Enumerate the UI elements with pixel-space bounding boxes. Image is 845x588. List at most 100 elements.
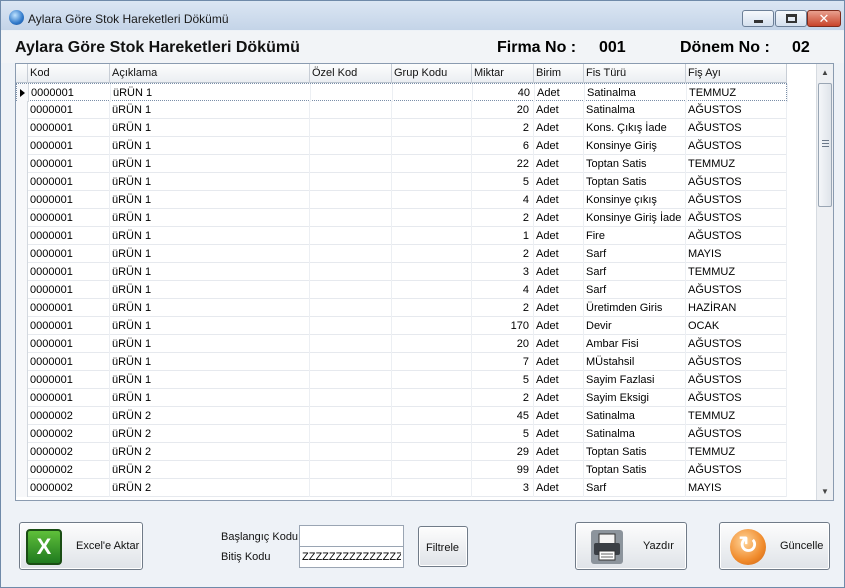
table-row[interactable]: 0000001 üRÜN 1 5 Adet Toptan Satis AĞUSTOS (16, 173, 787, 191)
row-selector[interactable] (16, 299, 28, 317)
row-selector[interactable] (16, 137, 28, 155)
table-row[interactable]: 0000001 üRÜN 1 170 Adet Devir OCAK (16, 317, 787, 335)
table-cell: TEMMUZ (686, 443, 787, 461)
table-cell: 4 (472, 281, 534, 299)
column-header[interactable]: Fis Türü (584, 64, 686, 83)
table-cell: 5 (472, 425, 534, 443)
table-row[interactable]: 0000001 üRÜN 1 3 Adet Sarf TEMMUZ (16, 263, 787, 281)
print-button[interactable]: Yazdır (575, 522, 687, 570)
table-cell: Devir (584, 317, 686, 335)
row-selector[interactable] (16, 461, 28, 479)
vertical-scrollbar[interactable]: ▲ ▼ (816, 64, 833, 500)
column-header[interactable]: Fiş Ayı (686, 64, 787, 83)
table-cell: Sarf (584, 263, 686, 281)
scroll-down-icon[interactable]: ▼ (817, 483, 833, 500)
row-selector[interactable] (16, 101, 28, 119)
table-cell: üRÜN 1 (110, 191, 310, 209)
column-header[interactable]: Açıklama (110, 64, 310, 83)
row-selector[interactable] (16, 119, 28, 137)
table-cell: üRÜN 1 (110, 353, 310, 371)
column-header[interactable]: Miktar (472, 64, 534, 83)
close-button[interactable]: ✕ (807, 10, 841, 27)
row-selector[interactable] (16, 479, 28, 497)
end-code-label: Bitiş Kodu (221, 551, 271, 563)
table-row[interactable]: 0000001 üRÜN 1 20 Adet Satinalma AĞUSTOS (16, 101, 787, 119)
table-cell (310, 443, 392, 461)
table-row[interactable]: 0000002 üRÜN 2 3 Adet Sarf MAYIS (16, 479, 787, 497)
table-row[interactable]: 0000001 üRÜN 1 40 Adet Satinalma TEMMUZ (16, 83, 788, 102)
title-bar[interactable]: Aylara Göre Stok Hareketleri Dökümü ✕ (1, 1, 844, 30)
scroll-thumb[interactable] (818, 83, 832, 207)
table-row[interactable]: 0000002 üRÜN 2 99 Adet Toptan Satis AĞUSTOS (16, 461, 787, 479)
table-row[interactable]: 0000002 üRÜN 2 29 Adet Toptan Satis TEMMUZ (16, 443, 787, 461)
filter-button[interactable]: Filtrele (418, 526, 468, 567)
table-row[interactable]: 0000001 üRÜN 1 2 Adet Kons. Çıkış İade AĞUSTO… (16, 119, 787, 137)
table-cell: 0000001 (28, 101, 110, 119)
table-cell: Sayim Fazlasi (584, 371, 686, 389)
row-selector[interactable] (16, 353, 28, 371)
table-cell: üRÜN 1 (110, 155, 310, 173)
minimize-button[interactable] (742, 10, 774, 27)
export-excel-button[interactable]: X Excel'e Aktar (19, 522, 143, 570)
table-cell: HAZİRAN (686, 299, 787, 317)
bottom-toolbar: X Excel'e Aktar Başlangıç Kodu Bitiş Kod… (1, 506, 844, 588)
table-row[interactable]: 0000001 üRÜN 1 2 Adet Sayim Eksigi AĞUSTOS (16, 389, 787, 407)
row-selector[interactable] (16, 173, 28, 191)
table-cell (392, 317, 472, 335)
table-row[interactable]: 0000001 üRÜN 1 1 Adet Fire AĞUSTOS (16, 227, 787, 245)
column-header[interactable]: Kod (28, 64, 110, 83)
donem-label: Dönem No : (680, 39, 770, 56)
table-cell (392, 155, 472, 173)
row-selector[interactable] (16, 245, 28, 263)
refresh-button[interactable]: ↻ Güncelle (719, 522, 830, 570)
table-row[interactable]: 0000001 üRÜN 1 7 Adet MÜstahsil AĞUSTOS (16, 353, 787, 371)
table-row[interactable]: 0000001 üRÜN 1 20 Adet Ambar Fisi AĞUSTOS (16, 335, 787, 353)
table-row[interactable]: 0000002 üRÜN 2 45 Adet Satinalma TEMMUZ (16, 407, 787, 425)
row-selector[interactable] (16, 227, 28, 245)
table-row[interactable]: 0000001 üRÜN 1 2 Adet Üretimden Giris HAZİRAN (16, 299, 787, 317)
column-header[interactable]: Özel Kod (310, 64, 392, 83)
table-cell: üRÜN 2 (110, 479, 310, 497)
start-code-input[interactable] (299, 525, 404, 547)
row-selector[interactable] (16, 155, 28, 173)
table-row[interactable]: 0000001 üRÜN 1 2 Adet Sarf MAYIS (16, 245, 787, 263)
row-selector[interactable] (16, 191, 28, 209)
table-cell (392, 389, 472, 407)
row-selector[interactable] (16, 281, 28, 299)
row-selector[interactable] (17, 84, 29, 102)
table-cell (310, 353, 392, 371)
table-row[interactable]: 0000001 üRÜN 1 22 Adet Toptan Satis TEMMUZ (16, 155, 787, 173)
table-cell (310, 371, 392, 389)
table-row[interactable]: 0000001 üRÜN 1 4 Adet Sarf AĞUSTOS (16, 281, 787, 299)
table-cell: Adet (534, 173, 584, 191)
table-cell: 0000001 (28, 371, 110, 389)
row-selector[interactable] (16, 335, 28, 353)
maximize-button[interactable] (775, 10, 807, 27)
table-cell: 0000001 (28, 227, 110, 245)
table-row[interactable]: 0000001 üRÜN 1 4 Adet Konsinye çıkış AĞUSTOS (16, 191, 787, 209)
scroll-up-icon[interactable]: ▲ (817, 64, 833, 81)
row-selector[interactable] (16, 443, 28, 461)
table-cell: 0000001 (28, 191, 110, 209)
table-cell: Satinalma (584, 101, 686, 119)
column-header[interactable]: Grup Kodu (392, 64, 472, 83)
column-header[interactable]: Birim (534, 64, 584, 83)
stock-movements-grid[interactable]: Kod Açıklama Özel Kod Grup Kodu Miktar Birim F… (15, 63, 834, 501)
table-cell (393, 84, 473, 102)
table-row[interactable]: 0000001 üRÜN 1 6 Adet Konsinye Giriş AĞUSTOS (16, 137, 787, 155)
row-selector[interactable] (16, 209, 28, 227)
end-code-input[interactable] (299, 546, 404, 568)
table-cell: Adet (534, 119, 584, 137)
row-selector[interactable] (16, 425, 28, 443)
table-row[interactable]: 0000001 üRÜN 1 2 Adet Konsinye Giriş İade AĞU… (16, 209, 787, 227)
row-selector[interactable] (16, 263, 28, 281)
table-cell: Adet (534, 155, 584, 173)
donem-value: 02 (792, 39, 810, 56)
table-row[interactable]: 0000002 üRÜN 2 5 Adet Satinalma AĞUSTOS (16, 425, 787, 443)
row-selector[interactable] (16, 317, 28, 335)
row-selector[interactable] (16, 389, 28, 407)
table-cell: AĞUSTOS (686, 227, 787, 245)
row-selector[interactable] (16, 371, 28, 389)
row-selector[interactable] (16, 407, 28, 425)
table-row[interactable]: 0000001 üRÜN 1 5 Adet Sayim Fazlasi AĞUSTOS (16, 371, 787, 389)
